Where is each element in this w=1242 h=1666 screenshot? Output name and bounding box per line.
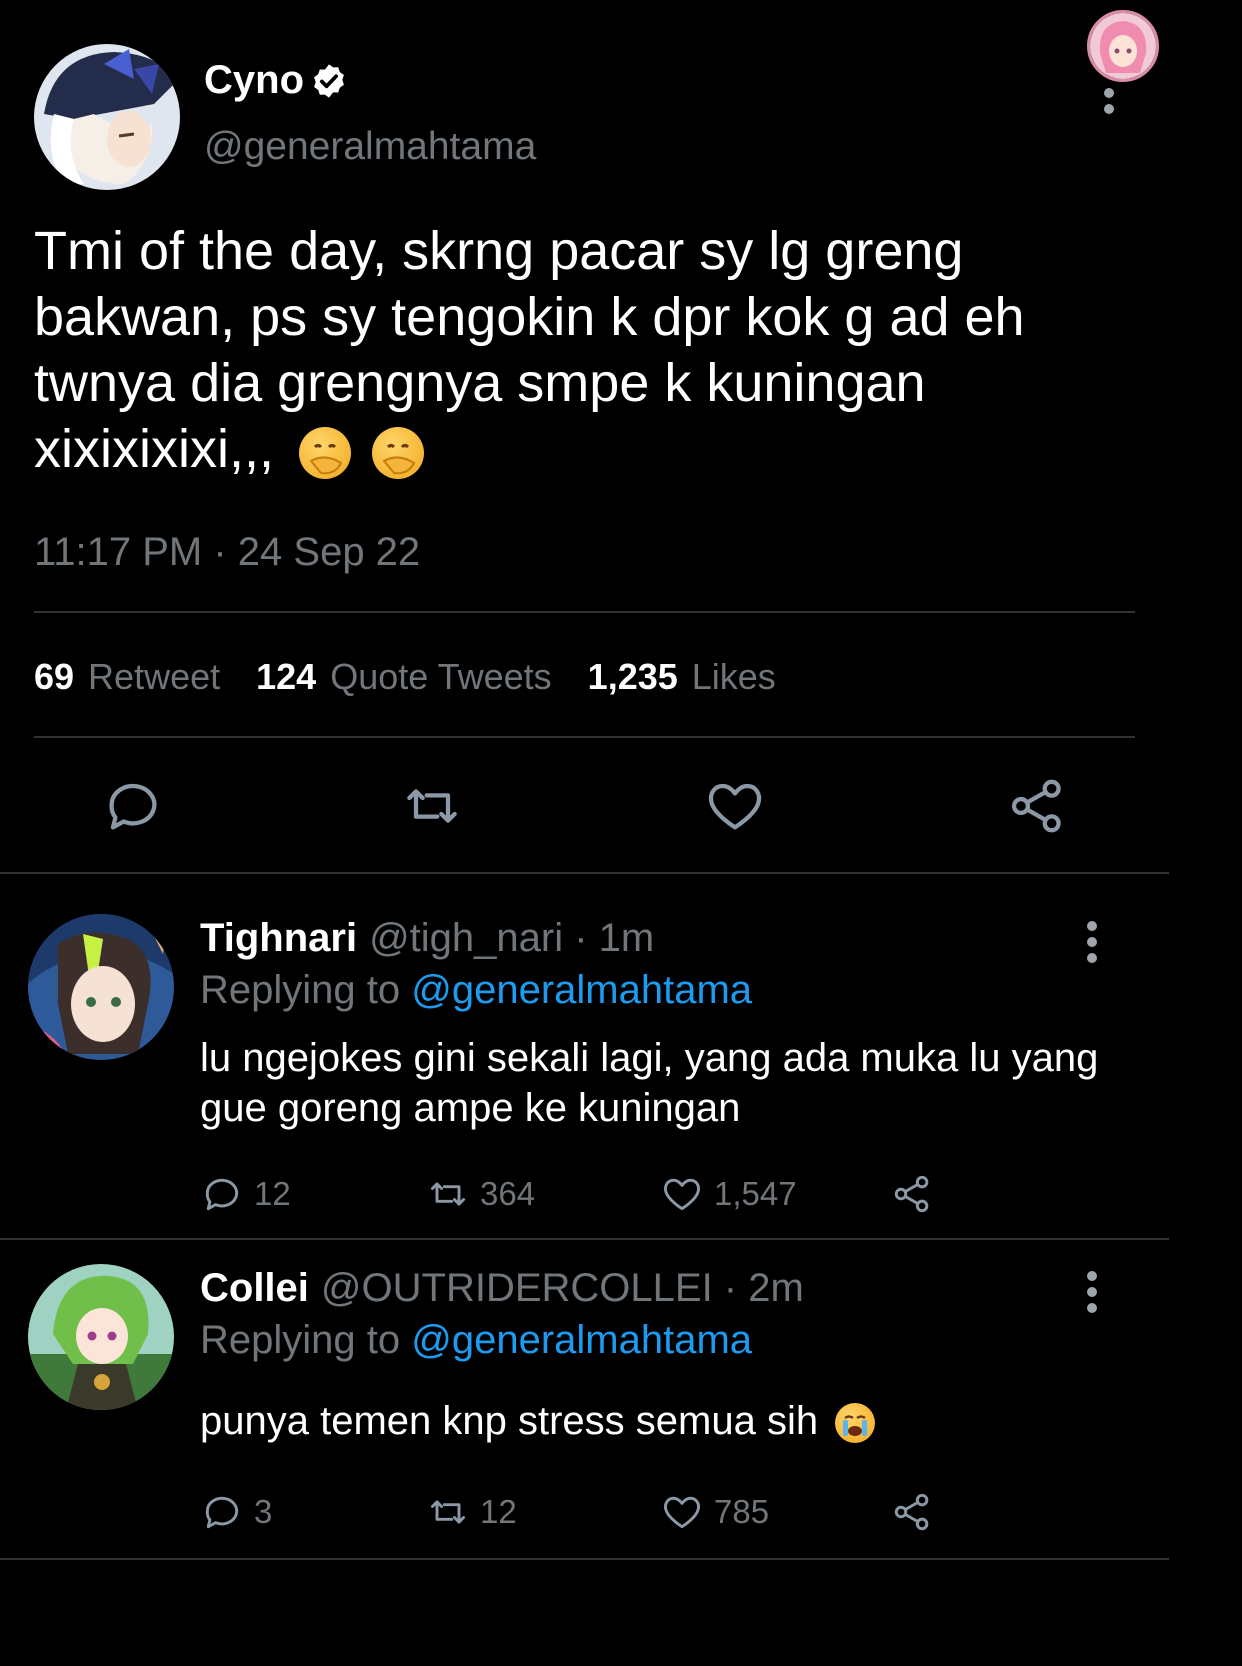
replying-to: Replying to @generalmahtama (200, 968, 752, 1013)
author-name: Cyno (204, 58, 304, 102)
like-count[interactable]: 1,547 (660, 1172, 797, 1216)
like-icon[interactable] (703, 774, 767, 838)
author-handle[interactable]: @generalmahtama (204, 125, 536, 169)
reply-avatar-collei[interactable] (28, 1264, 174, 1410)
share-icon[interactable] (1005, 774, 1069, 838)
retweet-count[interactable]: 364 (426, 1172, 535, 1216)
reply-more-icon[interactable] (1087, 921, 1097, 969)
hand-over-mouth-emoji (372, 426, 425, 479)
reply-count[interactable]: 12 (200, 1172, 291, 1216)
reply-text: punya temen knp stress semua sih (200, 1396, 1120, 1446)
share-icon[interactable] (890, 1172, 934, 1216)
tweet-body: Tmi of the day, skrng pacar sy lg greng … (34, 221, 1025, 479)
replying-handle-link[interactable]: @generalmahtama (411, 968, 752, 1012)
replying-handle-link[interactable]: @generalmahtama (411, 1318, 752, 1362)
like-count[interactable]: 785 (660, 1490, 769, 1534)
loudly-crying-emoji (835, 1403, 876, 1444)
reply-avatar-tighnari[interactable] (28, 914, 174, 1060)
author-name-row: Cyno (204, 58, 348, 103)
like-icon (664, 1496, 700, 1529)
reply-body: punya temen knp stress semua sih (200, 1399, 819, 1443)
reply-more-icon[interactable] (1087, 1271, 1097, 1319)
tweet-timestamp[interactable]: 11:17 PM · 24 Sep 22 (34, 530, 420, 575)
retweet-icon[interactable] (400, 774, 464, 838)
like-icon (664, 1178, 700, 1211)
retweet-icon (430, 1182, 466, 1206)
reply-icon (205, 1496, 239, 1529)
divider (0, 872, 1169, 874)
replying-label: Replying to (200, 968, 401, 1012)
reply-header: Tighnari @tigh_nari · 1m (200, 916, 654, 961)
divider (0, 1238, 1169, 1240)
verified-badge-icon (314, 63, 344, 98)
more-options-icon[interactable] (1104, 88, 1114, 120)
likes-stat[interactable]: 1,235 Likes (588, 656, 776, 698)
divider (0, 1558, 1169, 1560)
divider (34, 611, 1135, 613)
author-avatar[interactable] (34, 44, 180, 190)
tweet-text: Tmi of the day, skrng pacar sy lg greng … (34, 218, 1134, 482)
hand-over-mouth-emoji (299, 426, 352, 479)
reply-author-name[interactable]: Tighnari (200, 916, 357, 961)
account-avatar[interactable] (1087, 10, 1159, 82)
reply-handle-time[interactable]: @OUTRIDERCOLLEI · 2m (321, 1266, 804, 1311)
reply-header: Collei @OUTRIDERCOLLEI · 2m (200, 1266, 804, 1311)
reply-count[interactable]: 3 (200, 1490, 272, 1534)
reply-text: lu ngejokes gini sekali lagi, yang ada m… (200, 1036, 1099, 1130)
share-icon[interactable] (890, 1490, 934, 1534)
replying-to: Replying to @generalmahtama (200, 1318, 752, 1363)
reply-handle-time[interactable]: @tigh_nari · 1m (369, 916, 654, 961)
reply-icon[interactable] (101, 774, 165, 838)
reply-author-name[interactable]: Collei (200, 1266, 309, 1311)
quote-tweets-stat[interactable]: 124 Quote Tweets (256, 656, 552, 698)
retweet-count[interactable]: 12 (426, 1490, 517, 1534)
replying-label: Replying to (200, 1318, 401, 1362)
tweet-stats: 69 Retweet 124 Quote Tweets 1,235 Likes (34, 656, 776, 698)
retweet-icon (430, 1500, 466, 1524)
divider (34, 736, 1135, 738)
reply-icon (205, 1178, 239, 1211)
retweet-stat[interactable]: 69 Retweet (34, 656, 220, 698)
